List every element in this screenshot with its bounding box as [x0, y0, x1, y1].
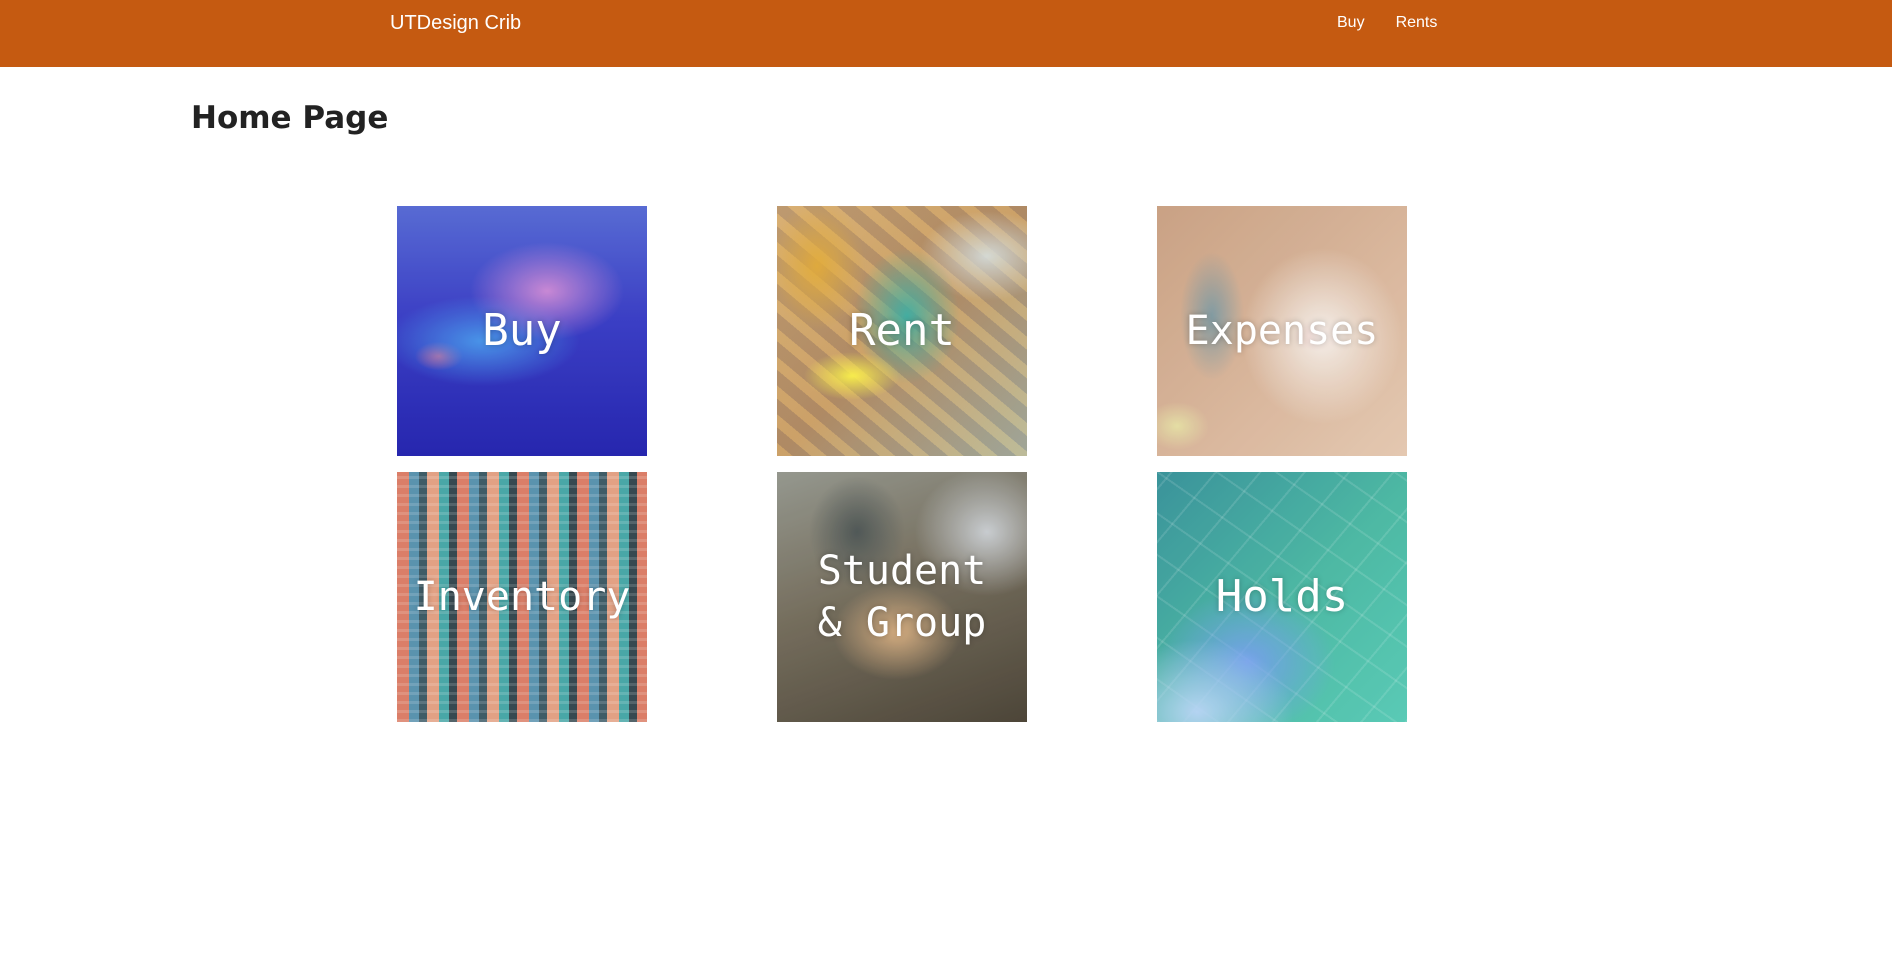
tile-label: Holds [1215, 571, 1349, 622]
tile-holds[interactable]: Holds [1157, 472, 1407, 722]
tile-label: Inventory [413, 574, 631, 620]
tile-label: Student & Group [817, 548, 987, 646]
tile-label: Buy [482, 305, 562, 356]
tile-buy[interactable]: Buy [397, 206, 647, 456]
nav-links: Buy Rents [1337, 14, 1437, 32]
tile-expenses[interactable]: Expenses [1157, 206, 1407, 456]
tile-label: Rent [849, 305, 955, 356]
tile-label: Expenses [1185, 308, 1379, 354]
top-navbar: UTDesign Crib Buy Rents [0, 0, 1892, 67]
brand-link[interactable]: UTDesign Crib [390, 12, 521, 35]
tile-rent[interactable]: Rent [777, 206, 1027, 456]
tile-inventory[interactable]: Inventory [397, 472, 647, 722]
nav-link-rents[interactable]: Rents [1396, 14, 1438, 32]
nav-link-buy[interactable]: Buy [1337, 14, 1365, 32]
tile-student-group[interactable]: Student & Group [777, 472, 1027, 722]
page-title: Home Page [191, 100, 389, 136]
